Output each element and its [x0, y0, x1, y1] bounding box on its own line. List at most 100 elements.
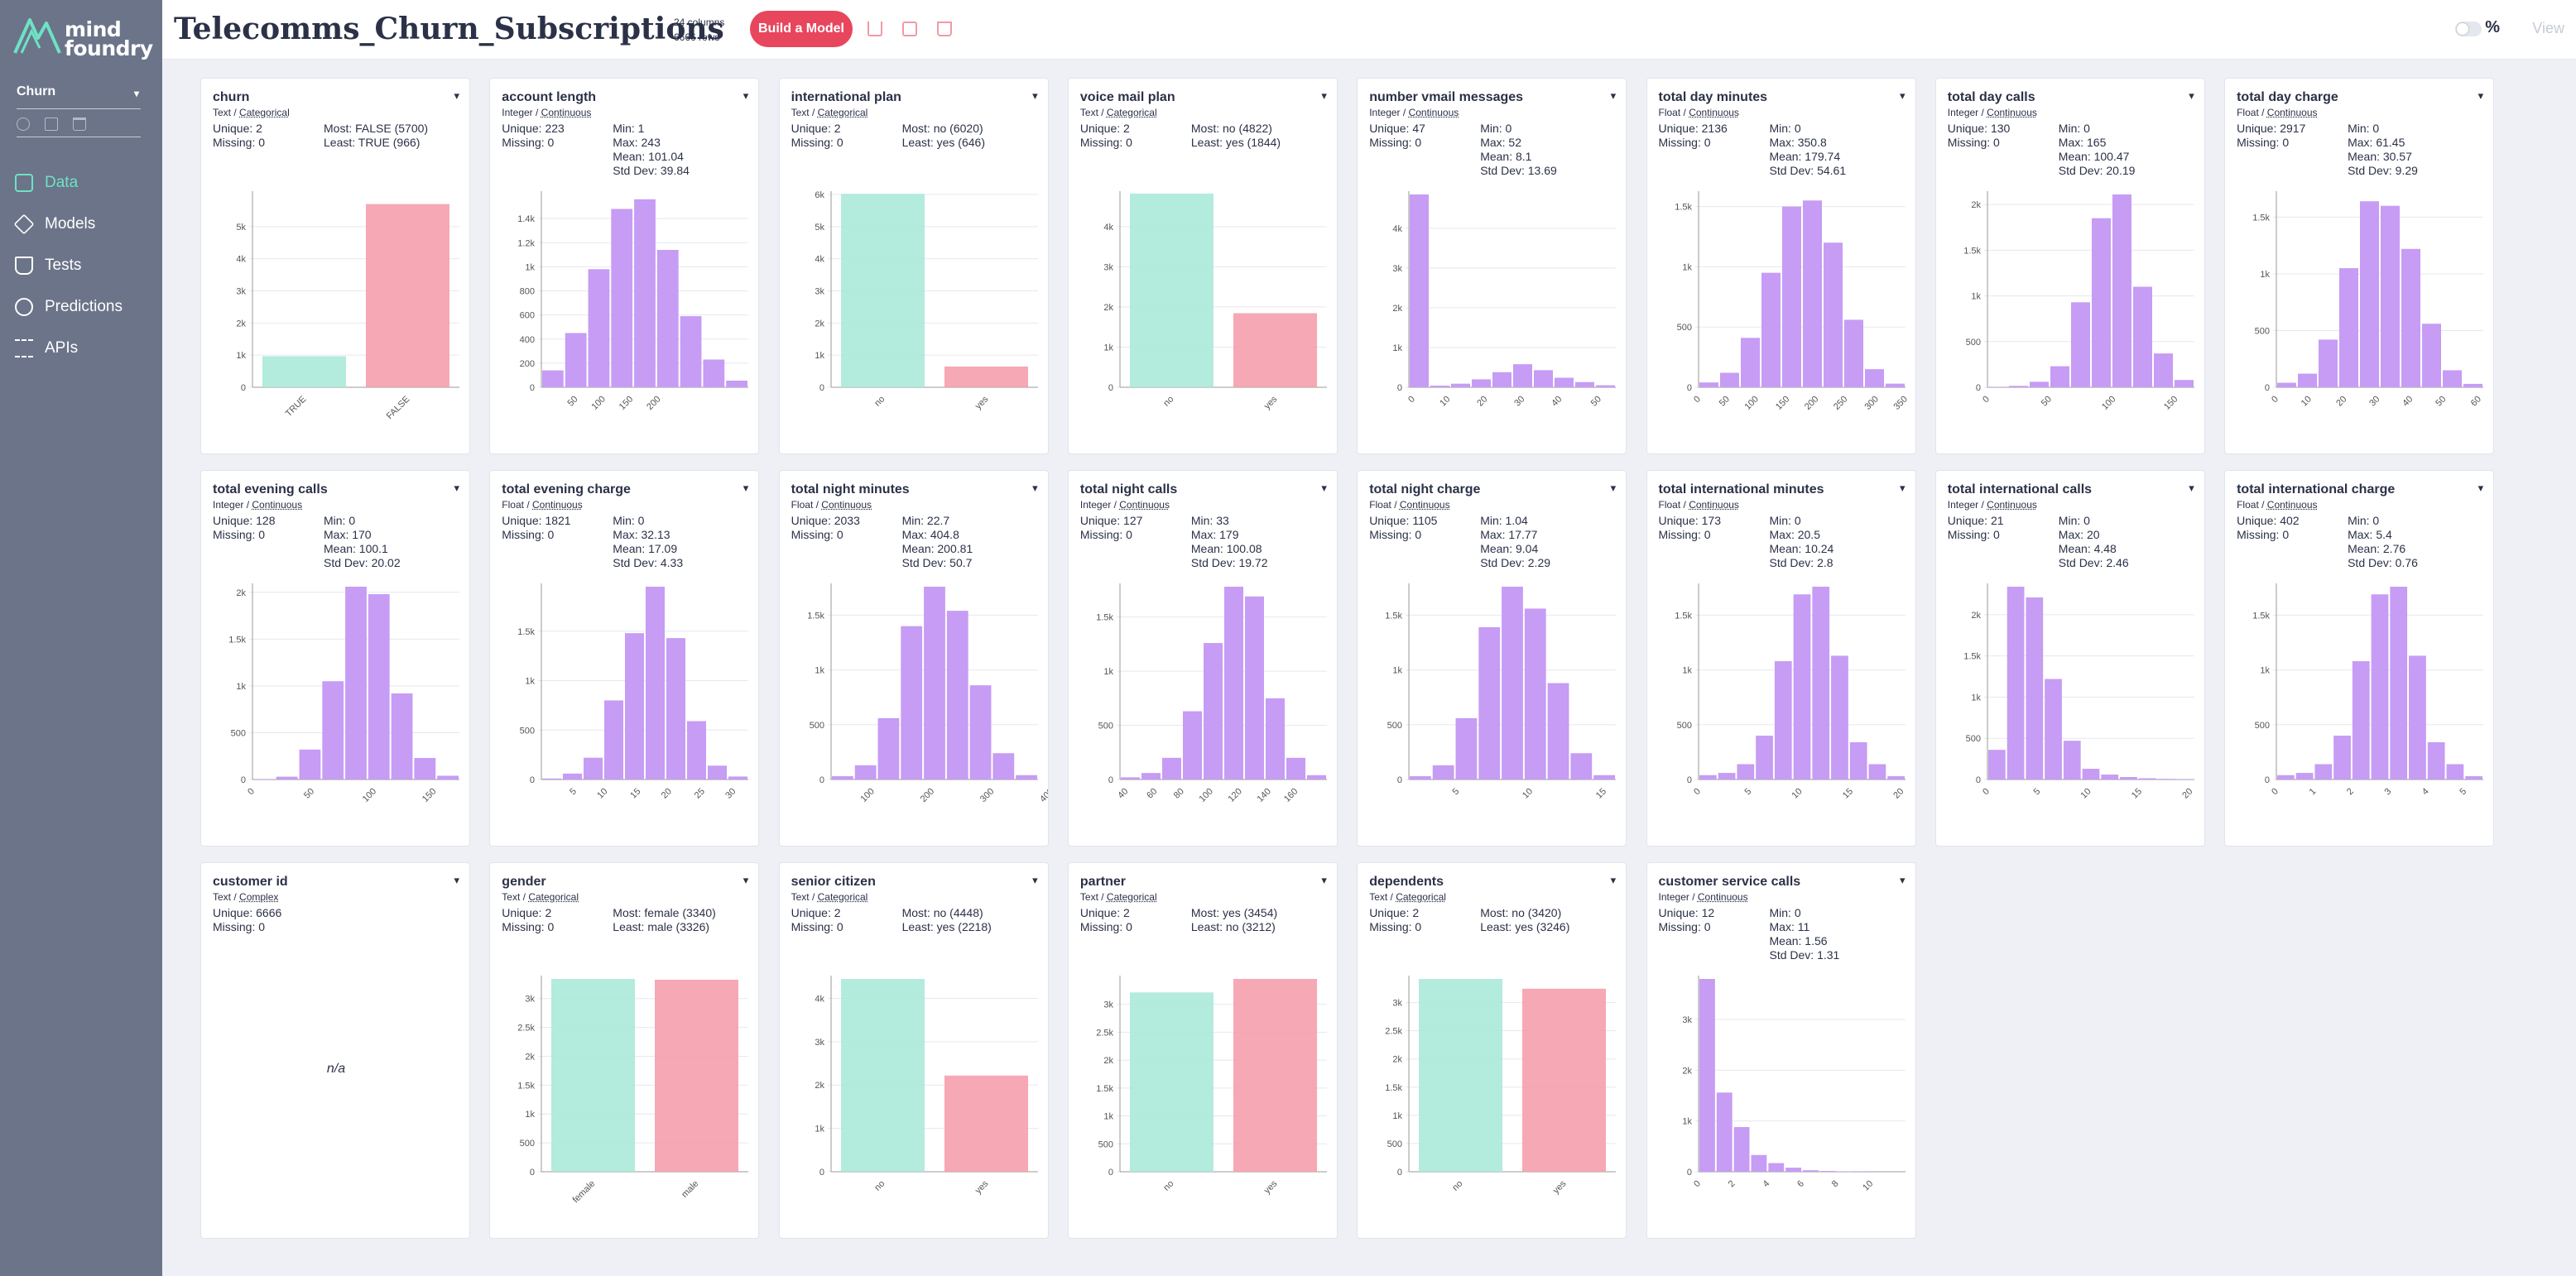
chevron-down-icon[interactable]: ▾ [743, 89, 749, 103]
histogram-bar[interactable] [726, 380, 748, 387]
histogram-bar[interactable] [1555, 377, 1574, 387]
histogram-bar[interactable] [2063, 741, 2081, 780]
histogram-bar[interactable] [708, 765, 728, 780]
column-card[interactable]: gender ▾ Text / Categorical Unique: 2 Mis… [489, 862, 760, 1239]
histogram-bar[interactable] [2465, 776, 2483, 780]
chevron-down-icon[interactable]: ▾ [2478, 482, 2484, 495]
histogram-bar[interactable] [2277, 382, 2297, 387]
histogram-bar[interactable] [2112, 194, 2131, 387]
histogram-bar[interactable] [1596, 385, 1616, 387]
feature-kind[interactable]: Categorical [1396, 891, 1446, 903]
edit-icon[interactable] [45, 118, 58, 131]
histogram-bar[interactable] [2409, 655, 2426, 780]
histogram-bar[interactable] [854, 765, 877, 780]
column-card[interactable]: customer id ▾ Text / Complex Unique: 666… [200, 862, 470, 1239]
histogram-bar[interactable] [1849, 741, 1867, 780]
feature-kind[interactable]: Categorical [1107, 107, 1157, 118]
histogram-bar[interactable] [2082, 769, 2100, 780]
column-card[interactable]: partner ▾ Text / Categorical Unique: 2 Mi… [1067, 862, 1338, 1239]
histogram-bar[interactable] [1534, 370, 1554, 387]
histogram-bar[interactable] [969, 685, 992, 780]
histogram-bar[interactable] [1699, 382, 1718, 387]
feature-kind[interactable]: Continuous [1689, 499, 1739, 511]
bar[interactable] [366, 204, 449, 387]
histogram-bar[interactable] [1761, 272, 1781, 387]
bar[interactable] [1233, 979, 1317, 1172]
chevron-down-icon[interactable]: ▾ [1900, 874, 1906, 887]
bar[interactable] [655, 979, 739, 1172]
histogram-bar[interactable] [2006, 587, 2025, 780]
histogram-bar[interactable] [2026, 597, 2043, 780]
histogram-bar[interactable] [2443, 370, 2463, 387]
histogram-bar[interactable] [1432, 765, 1454, 780]
histogram-bar[interactable] [1755, 736, 1773, 780]
build-model-button[interactable]: Build a Model [750, 11, 853, 47]
histogram-bar[interactable] [1987, 386, 2007, 387]
histogram-bar[interactable] [687, 721, 707, 780]
column-card[interactable]: total international minutes ▾ Float / Co… [1646, 470, 1916, 847]
histogram-bar[interactable] [666, 638, 686, 780]
percent-toggle[interactable] [2455, 22, 2482, 36]
histogram-bar[interactable] [2101, 775, 2118, 780]
feature-kind[interactable]: Continuous [1400, 499, 1450, 511]
histogram-bar[interactable] [2314, 764, 2333, 780]
histogram-bar[interactable] [2277, 775, 2295, 780]
histogram-bar[interactable] [1306, 775, 1326, 780]
feature-kind[interactable]: Continuous [1689, 107, 1739, 118]
histogram-bar[interactable] [2029, 381, 2049, 387]
histogram-bar[interactable] [2422, 324, 2442, 387]
histogram-bar[interactable] [2157, 779, 2175, 780]
histogram-bar[interactable] [1751, 1154, 1766, 1172]
histogram-bar[interactable] [680, 316, 702, 387]
histogram-bar[interactable] [2050, 366, 2069, 387]
histogram-bar[interactable] [2295, 773, 2314, 780]
column-card[interactable]: total international calls ▾ Integer / Co… [1934, 470, 2205, 847]
histogram-bar[interactable] [2044, 679, 2062, 780]
histogram-bar[interactable] [946, 611, 968, 780]
histogram-bar[interactable] [1492, 372, 1512, 387]
feature-kind[interactable]: Continuous [532, 499, 583, 511]
bar[interactable] [551, 979, 636, 1172]
histogram-bar[interactable] [657, 249, 679, 387]
histogram-bar[interactable] [2091, 218, 2111, 387]
feature-kind[interactable]: Continuous [541, 107, 592, 118]
histogram-bar[interactable] [1513, 364, 1533, 387]
histogram-bar[interactable] [604, 700, 624, 780]
bar[interactable] [1129, 992, 1214, 1172]
histogram-bar[interactable] [1819, 1171, 1836, 1172]
histogram-bar[interactable] [900, 626, 922, 780]
column-card[interactable]: dependents ▾ Text / Categorical Unique: … [1357, 862, 1627, 1239]
histogram-bar[interactable] [1430, 386, 1450, 387]
histogram-bar[interactable] [1472, 379, 1492, 387]
view-label[interactable]: View [2532, 20, 2564, 37]
histogram-bar[interactable] [1575, 381, 1595, 387]
histogram-bar[interactable] [1570, 753, 1593, 780]
histogram-bar[interactable] [1785, 1168, 1801, 1172]
feature-kind[interactable]: Continuous [1987, 107, 2037, 118]
histogram-bar[interactable] [2427, 741, 2445, 780]
sidebar-item-tests[interactable]: Tests [15, 245, 156, 286]
feature-kind[interactable]: Continuous [1987, 499, 2037, 511]
chevron-down-icon[interactable]: ▾ [2189, 89, 2194, 103]
sidebar-item-apis[interactable]: APIs [15, 328, 156, 369]
feature-kind[interactable]: Continuous [2267, 107, 2318, 118]
column-card[interactable]: total day minutes ▾ Float / Continuous U… [1646, 78, 1916, 454]
histogram-bar[interactable] [1286, 757, 1305, 780]
histogram-bar[interactable] [2153, 353, 2173, 387]
histogram-bar[interactable] [1987, 750, 2006, 780]
histogram-bar[interactable] [1265, 698, 1285, 780]
histogram-bar[interactable] [1203, 643, 1223, 780]
feature-kind[interactable]: Categorical [818, 891, 868, 903]
histogram-bar[interactable] [368, 594, 390, 780]
feature-kind[interactable]: Continuous [2267, 499, 2318, 511]
histogram-bar[interactable] [1120, 777, 1140, 780]
chevron-down-icon[interactable]: ▾ [1611, 89, 1617, 103]
histogram-bar[interactable] [1547, 683, 1569, 780]
chevron-down-icon[interactable]: ▾ [2478, 89, 2484, 103]
histogram-bar[interactable] [877, 717, 899, 780]
histogram-bar[interactable] [299, 749, 321, 780]
column-card[interactable]: total day calls ▾ Integer / Continuous U… [1934, 78, 2205, 454]
histogram-bar[interactable] [1015, 775, 1037, 780]
histogram-bar[interactable] [2132, 286, 2152, 387]
bar[interactable] [1522, 988, 1607, 1172]
